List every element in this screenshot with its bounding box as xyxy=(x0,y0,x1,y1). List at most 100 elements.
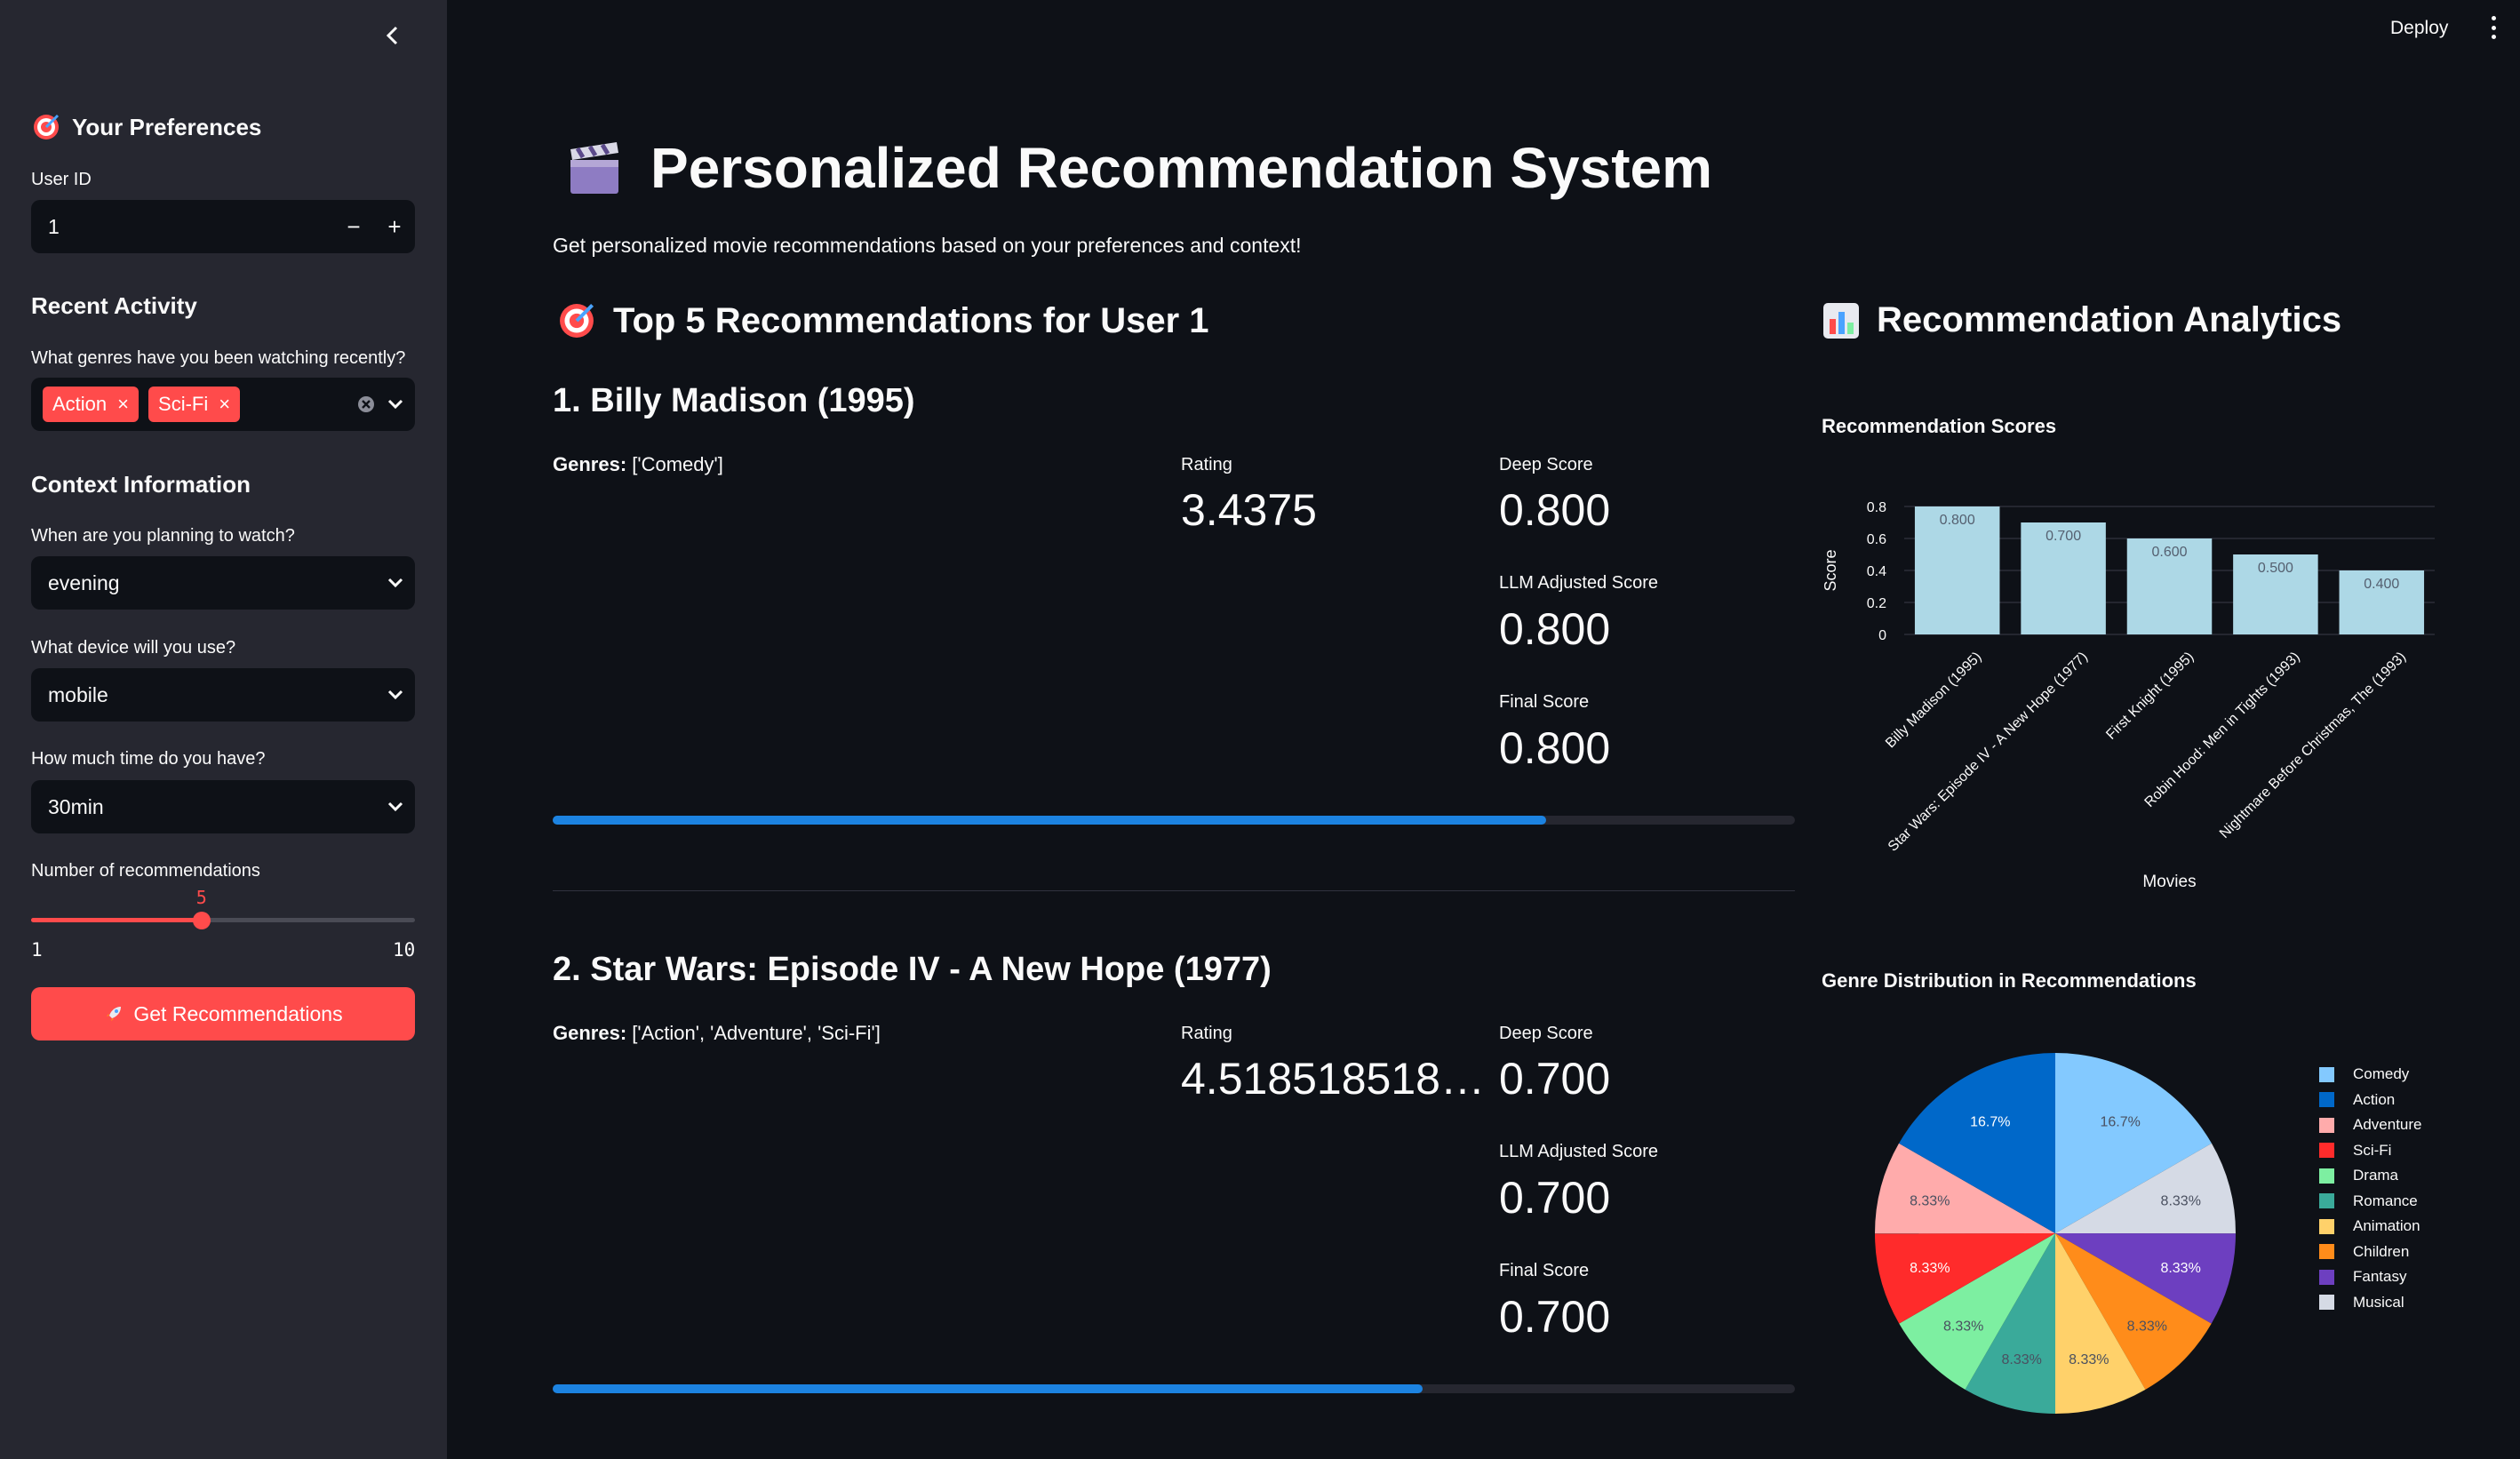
y-tick-label: 0.4 xyxy=(1867,564,1886,579)
legend-label: Comedy xyxy=(2353,1065,2410,1083)
llm-score-label: LLM Adjusted Score xyxy=(1499,1142,1658,1161)
page-subtitle: Get personalized movie recommendations b… xyxy=(553,234,1302,257)
time-select-value: evening xyxy=(48,570,120,594)
user-id-stepper[interactable]: 1 − + xyxy=(31,200,415,253)
legend-label: Drama xyxy=(2353,1167,2399,1184)
legend-swatch xyxy=(2319,1143,2334,1159)
page-title: Personalized Recommendation System xyxy=(565,135,1712,201)
target-icon xyxy=(560,303,594,338)
x-tick-label: Billy Madison (1995) xyxy=(1883,650,1985,752)
remove-tag-icon[interactable]: × xyxy=(219,393,230,416)
pie-slice-label: 8.33% xyxy=(1943,1319,1983,1334)
user-id-label: User ID xyxy=(31,170,92,189)
chevron-down-icon[interactable] xyxy=(376,399,415,410)
y-tick-label: 0 xyxy=(1878,628,1886,643)
get-recommendations-button[interactable]: Get Recommendations xyxy=(31,987,415,1040)
device-select[interactable]: mobile xyxy=(31,668,415,722)
deep-score-label: Deep Score xyxy=(1499,1024,1593,1043)
legend-item[interactable]: Drama xyxy=(2319,1163,2422,1189)
time-select[interactable]: evening xyxy=(31,556,415,610)
legend-item[interactable]: Adventure xyxy=(2319,1112,2422,1138)
recommendation-genres: Genres: ['Comedy'] xyxy=(553,453,723,476)
legend-item[interactable]: Children xyxy=(2319,1240,2422,1265)
x-tick-label: Nightmare Before Christmas, The (1993) xyxy=(2217,650,2409,841)
time-question-label: When are you planning to watch? xyxy=(31,526,295,546)
collapse-sidebar-button[interactable] xyxy=(377,20,409,52)
legend-item[interactable]: Comedy xyxy=(2319,1062,2422,1088)
pie-legend: Comedy Action Adventure Sci-Fi Drama Romance A… xyxy=(2319,1062,2422,1315)
genre-tag-label: Action xyxy=(52,393,108,415)
legend-item[interactable]: Sci-Fi xyxy=(2319,1138,2422,1164)
slider-min: 1 xyxy=(31,939,43,961)
pie-slice-label: 16.7% xyxy=(1970,1114,2010,1129)
legend-label: Children xyxy=(2353,1242,2410,1260)
rating-label: Rating xyxy=(1181,1024,1232,1043)
pie-slice-label: 8.33% xyxy=(2002,1352,2042,1367)
legend-item[interactable]: Animation xyxy=(2319,1214,2422,1240)
slider-thumb[interactable] xyxy=(192,912,211,929)
rating-value: 4.518518518… xyxy=(1181,1054,1485,1104)
genre-tag[interactable]: Sci-Fi × xyxy=(148,387,241,422)
num-recs-label: Number of recommendations xyxy=(31,861,260,881)
duration-question-label: How much time do you have? xyxy=(31,749,266,769)
clear-all-icon[interactable] xyxy=(356,395,376,414)
legend-swatch xyxy=(2319,1117,2334,1133)
genre-tag-label: Sci-Fi xyxy=(158,393,209,415)
legend-item[interactable]: Romance xyxy=(2319,1189,2422,1215)
genres-multiselect[interactable]: Action × Sci-Fi × xyxy=(31,378,415,431)
chevron-down-icon xyxy=(376,801,415,812)
final-score-value: 0.700 xyxy=(1499,1292,1611,1342)
final-score-label: Final Score xyxy=(1499,692,1590,712)
legend-label: Musical xyxy=(2353,1293,2404,1311)
bar-value-label: 0.800 xyxy=(1940,513,1975,528)
device-select-value: mobile xyxy=(48,682,108,706)
y-tick-label: 0.8 xyxy=(1867,500,1886,515)
clapperboard-icon xyxy=(570,142,618,194)
legend-swatch xyxy=(2319,1168,2334,1184)
x-axis-label: Movies xyxy=(2142,873,2196,891)
pie-slice-label: 8.33% xyxy=(2160,1261,2200,1276)
progress-fill xyxy=(553,1384,1423,1393)
legend-swatch xyxy=(2319,1295,2334,1311)
bar-chart-icon xyxy=(1823,302,1859,339)
recommendation-title: 2. Star Wars: Episode IV - A New Hope (1… xyxy=(553,951,1272,988)
progress-fill xyxy=(553,816,1547,825)
llm-score-value: 0.800 xyxy=(1499,604,1611,654)
sidebar: Your Preferences User ID 1 − + Recent Ac… xyxy=(0,0,447,1459)
rocket-icon xyxy=(107,1007,122,1021)
deploy-button[interactable]: Deploy xyxy=(2390,18,2448,39)
main-menu-icon[interactable] xyxy=(2488,16,2499,39)
legend-label: Action xyxy=(2353,1090,2396,1108)
divider xyxy=(553,890,1795,891)
bar-value-label: 0.700 xyxy=(2046,529,2081,544)
duration-select[interactable]: 30min xyxy=(31,780,415,833)
page-title-text: Personalized Recommendation System xyxy=(650,136,1713,200)
bar-value-label: 0.600 xyxy=(2151,545,2187,560)
get-recommendations-label: Get Recommendations xyxy=(133,1001,343,1025)
remove-tag-icon[interactable]: × xyxy=(117,393,129,416)
legend-item[interactable]: Fantasy xyxy=(2319,1264,2422,1290)
pie-slice-label: 8.33% xyxy=(2069,1352,2109,1367)
chevron-left-icon xyxy=(386,26,398,45)
recs-header: Top 5 Recommendations for User 1 xyxy=(556,300,1209,341)
legend-item[interactable]: Musical xyxy=(2319,1290,2422,1316)
decrement-button[interactable]: − xyxy=(333,213,374,241)
recommendation-genres: Genres: ['Action', 'Adventure', 'Sci-Fi'… xyxy=(553,1022,881,1045)
bar-value-label: 0.500 xyxy=(2258,561,2293,576)
legend-label: Romance xyxy=(2353,1192,2418,1209)
genre-tag[interactable]: Action × xyxy=(43,387,140,422)
slider-fill xyxy=(31,918,202,922)
x-tick-label: Star Wars: Episode IV - A New Hope (1977… xyxy=(1886,650,2091,855)
legend-swatch xyxy=(2319,1218,2334,1234)
final-score-label: Final Score xyxy=(1499,1261,1590,1280)
bar-value-label: 0.400 xyxy=(2364,577,2399,592)
final-score-value: 0.800 xyxy=(1499,723,1611,773)
bar-chart-title: Recommendation Scores xyxy=(1822,415,2057,437)
device-question-label: What device will you use? xyxy=(31,638,236,658)
legend-item[interactable]: Action xyxy=(2319,1088,2422,1113)
legend-label: Sci-Fi xyxy=(2353,1141,2392,1159)
increment-button[interactable]: + xyxy=(374,213,415,241)
user-id-input[interactable]: 1 xyxy=(31,215,333,239)
target-icon xyxy=(34,114,60,140)
pie-slice-label: 8.33% xyxy=(2127,1319,2167,1334)
